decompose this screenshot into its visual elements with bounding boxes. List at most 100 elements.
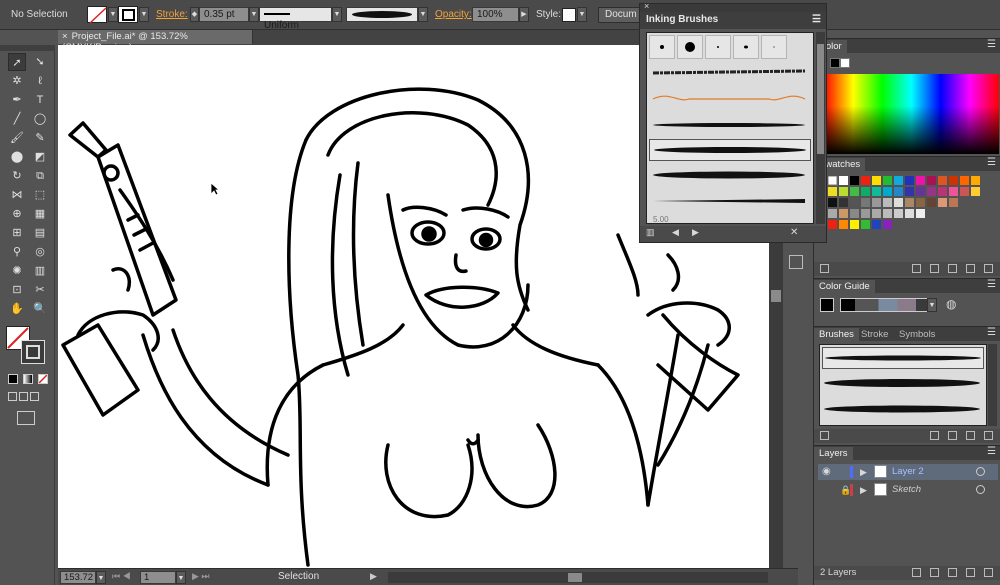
gradient-tool-icon[interactable]: ▤ bbox=[31, 224, 49, 242]
brush-library-icon[interactable]: ▥ bbox=[646, 227, 655, 238]
layer-name[interactable]: Layer 2 bbox=[892, 464, 924, 480]
first-artboard-icon[interactable]: ⏮ ◀ bbox=[112, 571, 131, 582]
canvas-scroll-thumb[interactable] bbox=[771, 290, 781, 302]
brush-thumb[interactable] bbox=[705, 35, 731, 59]
delete-brush-icon[interactable] bbox=[984, 431, 993, 440]
lasso-icon[interactable]: ℓ bbox=[31, 72, 49, 90]
stroke-color-box[interactable] bbox=[21, 340, 45, 364]
harmony-dropdown[interactable]: ▼ bbox=[927, 298, 937, 312]
gradient-mode-icon[interactable] bbox=[23, 374, 33, 384]
stroke-weight-field[interactable]: 0.35 pt bbox=[199, 7, 249, 22]
opacity-label[interactable]: Opacity: bbox=[435, 9, 472, 20]
brush-item-selected[interactable] bbox=[822, 347, 984, 369]
new-color-group-icon[interactable] bbox=[948, 264, 957, 273]
stroke-weight-stepper[interactable]: ◆ bbox=[190, 7, 199, 22]
show-kinds-icon[interactable] bbox=[912, 264, 921, 273]
brush-item[interactable] bbox=[822, 399, 984, 421]
tab-layers[interactable]: Layers bbox=[814, 447, 853, 461]
width-tool-icon[interactable]: ⋈ bbox=[8, 186, 26, 204]
zoom-field[interactable]: 153.72 bbox=[60, 571, 96, 584]
opacity-dropdown[interactable]: ▶ bbox=[519, 7, 529, 22]
scale-tool-icon[interactable]: ⧉ bbox=[31, 167, 49, 185]
mesh-tool-icon[interactable]: ⊞ bbox=[8, 224, 26, 242]
brush-item[interactable] bbox=[649, 115, 811, 137]
delete-layer-icon[interactable] bbox=[984, 568, 993, 577]
color-stroke-preview[interactable] bbox=[830, 58, 840, 68]
panel-menu-icon[interactable]: ☰ bbox=[987, 446, 996, 457]
tab-close-icon[interactable]: × bbox=[62, 31, 68, 42]
expand-triangle-icon[interactable]: ▶ bbox=[860, 464, 867, 480]
brush-thumb[interactable] bbox=[733, 35, 759, 59]
eraser-icon[interactable]: ◩ bbox=[31, 148, 49, 166]
brush-item[interactable] bbox=[649, 191, 811, 213]
zoom-tool-icon[interactable]: 🔍 bbox=[31, 300, 49, 318]
pen-tool-icon[interactable]: ✒ bbox=[8, 91, 26, 109]
opacity-field[interactable]: 100% bbox=[472, 7, 519, 22]
tools-grip[interactable] bbox=[0, 45, 55, 51]
new-sublayer-icon[interactable] bbox=[948, 568, 957, 577]
drawing-modes-icon[interactable] bbox=[8, 392, 44, 404]
clipping-mask-icon[interactable] bbox=[930, 568, 939, 577]
brushes-scrollbar[interactable] bbox=[988, 344, 997, 426]
ellipse-tool-icon[interactable]: ◯ bbox=[31, 110, 49, 128]
inking-scrollbar[interactable] bbox=[816, 32, 825, 224]
brush-definition[interactable] bbox=[346, 7, 418, 22]
stroke-swatch[interactable] bbox=[118, 6, 138, 23]
harmony-colors[interactable] bbox=[840, 298, 936, 312]
document-tab[interactable]: ×Project_File.ai* @ 153.72% (CMYK/Previe… bbox=[58, 30, 253, 53]
edit-colors-icon[interactable]: ◍ bbox=[946, 297, 956, 311]
color-mode-icon[interactable] bbox=[8, 374, 18, 384]
brush-dropdown[interactable]: ▼ bbox=[418, 7, 428, 22]
horizontal-scrollbar[interactable] bbox=[388, 572, 768, 583]
remove-brush-stroke-icon[interactable] bbox=[930, 431, 939, 440]
brush-thumb[interactable] bbox=[677, 35, 703, 59]
blob-brush-icon[interactable]: ⬤ bbox=[8, 148, 26, 166]
document-setup-button[interactable]: Docum bbox=[598, 7, 642, 23]
type-tool-icon[interactable]: T bbox=[31, 91, 49, 109]
stroke-weight-dropdown[interactable]: ▼ bbox=[249, 7, 259, 22]
paintbrush-icon[interactable]: 🖌 bbox=[8, 129, 26, 147]
target-icon[interactable] bbox=[976, 467, 985, 476]
next-library-icon[interactable]: ▶ bbox=[692, 227, 699, 238]
brush-thumb[interactable] bbox=[649, 35, 675, 59]
style-dropdown[interactable]: ▼ bbox=[577, 7, 587, 22]
arrange-panel-icon[interactable] bbox=[789, 255, 803, 269]
artboard-tool-icon[interactable]: ⊡ bbox=[8, 281, 26, 299]
base-color-swatch[interactable] bbox=[820, 298, 834, 312]
visibility-eye-icon[interactable]: ◉ bbox=[822, 464, 831, 480]
artboard-navigation-field[interactable]: 1 bbox=[140, 571, 176, 584]
color-spectrum[interactable] bbox=[824, 74, 999, 154]
panel-menu-icon[interactable]: ☰ bbox=[987, 279, 996, 290]
color-fill-preview[interactable] bbox=[840, 58, 850, 68]
blend-tool-icon[interactable]: ◎ bbox=[31, 243, 49, 261]
expand-triangle-icon[interactable]: ▶ bbox=[860, 482, 867, 498]
profile-dropdown[interactable]: ▼ bbox=[332, 7, 342, 22]
column-graph-icon[interactable]: ▥ bbox=[31, 262, 49, 280]
brush-library-icon[interactable] bbox=[820, 431, 829, 440]
screen-mode-icon[interactable] bbox=[17, 411, 35, 425]
panel-menu-icon[interactable]: ☰ bbox=[987, 157, 996, 168]
stroke-label[interactable]: Stroke: bbox=[156, 9, 188, 20]
tools-icon[interactable]: ✕ bbox=[790, 227, 798, 238]
zoom-dropdown[interactable]: ▼ bbox=[96, 571, 106, 584]
direct-selection-icon[interactable]: ➘ bbox=[31, 53, 49, 71]
inking-brush-list[interactable]: 5.00 bbox=[646, 32, 814, 224]
eyedropper-icon[interactable]: ⚲ bbox=[8, 243, 26, 261]
rotate-tool-icon[interactable]: ↻ bbox=[8, 167, 26, 185]
brush-item[interactable] bbox=[649, 63, 811, 85]
panel-drag-bar[interactable]: × bbox=[640, 1, 826, 12]
close-panel-icon[interactable]: × bbox=[644, 1, 649, 11]
perspective-grid-icon[interactable]: ▦ bbox=[31, 205, 49, 223]
stroke-dropdown[interactable]: ▼ bbox=[139, 7, 149, 22]
brushes-list[interactable] bbox=[819, 344, 987, 426]
magic-wand-icon[interactable]: ✲ bbox=[8, 72, 26, 90]
new-layer-icon[interactable] bbox=[966, 568, 975, 577]
layer-name[interactable]: Sketch bbox=[892, 482, 921, 498]
new-swatch-icon[interactable] bbox=[966, 264, 975, 273]
previous-library-icon[interactable]: ◀ bbox=[672, 227, 679, 238]
brush-item-selected[interactable] bbox=[649, 139, 811, 161]
panel-menu-icon[interactable]: ☰ bbox=[987, 39, 996, 50]
brush-item[interactable] bbox=[822, 373, 984, 395]
panel-menu-icon[interactable]: ☰ bbox=[812, 14, 821, 25]
symbol-sprayer-icon[interactable]: ✺ bbox=[8, 262, 26, 280]
